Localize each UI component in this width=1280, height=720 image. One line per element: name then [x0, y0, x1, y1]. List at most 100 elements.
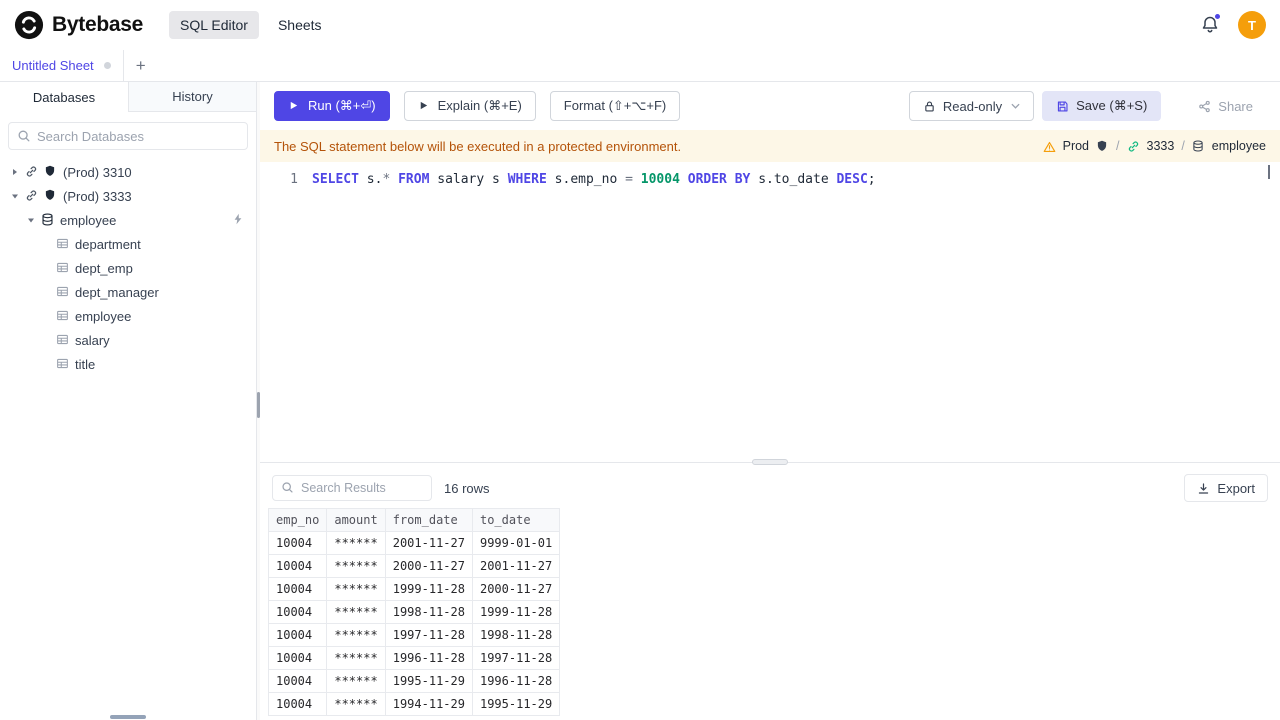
context-instance[interactable]: 3333	[1147, 139, 1175, 153]
caret-down-icon[interactable]	[26, 216, 36, 224]
add-sheet-button[interactable]: +	[124, 50, 158, 81]
tree-item-dept-emp[interactable]: dept_emp	[0, 256, 256, 280]
sheet-tab-label: Untitled Sheet	[12, 58, 94, 73]
results-toolbar: 16 rows Export	[260, 468, 1280, 508]
run-button[interactable]: Run (⌘+⏎)	[274, 91, 390, 121]
table-cell: 2000-11-27	[471, 577, 561, 601]
tree-item-employee[interactable]: employee	[0, 208, 256, 232]
splitter-handle[interactable]	[752, 459, 788, 465]
format-button[interactable]: Format (⇧+⌥+F)	[549, 91, 681, 121]
results-splitter[interactable]	[260, 459, 1280, 468]
brand[interactable]: Bytebase	[14, 10, 143, 40]
tree-item-label: (Prod) 3310	[63, 164, 132, 180]
brand-name: Bytebase	[52, 13, 143, 36]
results-table-wrap: emp_no amount from_date to_date 10004 ******…	[260, 508, 1280, 720]
sql-editor[interactable]: 1 SELECT s.* FROM salary s WHERE s.emp_n…	[260, 162, 1280, 462]
tree-item-salary[interactable]: salary	[0, 328, 256, 352]
results-panel: 16 rows Export emp_noamountfrom_dateto_d…	[260, 468, 1280, 720]
table-cell: 2001-11-27	[384, 531, 473, 555]
caret-down-icon[interactable]	[10, 192, 20, 200]
export-button[interactable]: Export	[1184, 474, 1268, 502]
table-icon	[56, 357, 70, 371]
shield-icon	[44, 189, 58, 203]
table-row[interactable]: 10004 ****** 2000-11-27 2001-11-27	[267, 554, 561, 578]
sidebar: Databases History (Prod) 3310 (Prod) 3333…	[0, 82, 256, 720]
notification-dot	[1214, 13, 1221, 20]
table-icon	[56, 261, 70, 275]
table-row[interactable]: 10004 ****** 1998-11-28 1999-11-28	[267, 600, 561, 624]
download-icon	[1197, 482, 1210, 495]
table-row[interactable]: 10004 ****** 1996-11-28 1997-11-28	[267, 646, 561, 670]
column-header-from_date[interactable]: from_date	[384, 508, 473, 532]
readonly-label: Read-only	[942, 98, 1003, 114]
unsaved-dot-icon	[103, 62, 111, 69]
caret-right-icon[interactable]	[10, 168, 20, 176]
nav-sql-editor[interactable]: SQL Editor	[168, 11, 259, 39]
table-cell: ******	[326, 669, 386, 693]
tree-item-department[interactable]: department	[0, 232, 256, 256]
table-row[interactable]: 10004 ****** 1999-11-28 2000-11-27	[267, 577, 561, 601]
sidebar-hscrollbar[interactable]	[110, 715, 146, 719]
warning-icon	[1043, 140, 1056, 153]
table-cell: 1997-11-28	[384, 623, 473, 647]
tree-item-label: (Prod) 3333	[63, 188, 132, 204]
table-row[interactable]: 10004 ****** 1994-11-29 1995-11-29	[267, 692, 561, 716]
table-cell: 10004	[267, 623, 328, 647]
table-row[interactable]: 10004 ****** 1995-11-29 1996-11-28	[267, 669, 561, 693]
context-environment[interactable]: Prod	[1063, 139, 1089, 153]
column-header-amount[interactable]: amount	[326, 508, 386, 532]
database-icon	[41, 213, 55, 227]
tree-item-dept-manager[interactable]: dept_manager	[0, 280, 256, 304]
tree-item-title[interactable]: title	[0, 352, 256, 376]
tab-history[interactable]: History	[128, 82, 256, 112]
bytebase-logo-icon	[14, 10, 44, 40]
bolt-icon[interactable]	[232, 213, 246, 227]
table-row[interactable]: 10004 ****** 2001-11-27 9999-01-01	[267, 531, 561, 555]
table-icon	[56, 309, 70, 323]
tab-databases[interactable]: Databases	[0, 82, 128, 112]
table-cell: ******	[326, 600, 386, 624]
search-databases-input[interactable]	[37, 128, 239, 144]
tree-item-prod-3333[interactable]: (Prod) 3333	[0, 184, 256, 208]
readonly-mode-button[interactable]: Read-only	[908, 91, 1035, 121]
sheet-tab-untitled[interactable]: Untitled Sheet	[0, 50, 124, 81]
avatar[interactable]: T	[1238, 11, 1266, 39]
database-search-box	[8, 122, 248, 150]
tree-item-employee[interactable]: employee	[0, 304, 256, 328]
top-right: T	[1200, 11, 1266, 39]
table-cell: ******	[326, 577, 386, 601]
save-button-label: Save (⌘+S)	[1076, 98, 1148, 113]
connection-icon	[25, 165, 39, 179]
table-icon	[56, 237, 70, 251]
table-cell: 10004	[267, 577, 328, 601]
table-cell: ******	[326, 531, 386, 555]
share-button[interactable]: Share	[1185, 91, 1266, 121]
bell-icon[interactable]	[1200, 13, 1221, 35]
protected-environment-banner: The SQL statement below will be executed…	[260, 130, 1280, 162]
code-line: 1 SELECT s.* FROM salary s WHERE s.emp_n…	[260, 170, 1280, 190]
search-results-input[interactable]	[301, 481, 423, 495]
sidebar-tabs: Databases History	[0, 82, 256, 112]
explain-button[interactable]: Explain (⌘+E)	[403, 91, 536, 121]
banner-message: The SQL statement below will be executed…	[274, 138, 682, 154]
tree-item-label: salary	[75, 332, 110, 348]
table-cell: 1995-11-29	[471, 692, 561, 716]
editor-toolbar: Run (⌘+⏎) Explain (⌘+E) Format (⇧+⌥+F) R…	[260, 82, 1280, 130]
table-cell: 10004	[267, 600, 328, 624]
row-count: 16 rows	[444, 480, 490, 496]
explain-button-label: Explain (⌘+E)	[437, 98, 522, 113]
table-row[interactable]: 10004 ****** 1997-11-28 1998-11-28	[267, 623, 561, 647]
separator: /	[1181, 139, 1185, 153]
separator: /	[1116, 139, 1120, 153]
tree-item-label: dept_manager	[75, 284, 159, 300]
context-database[interactable]: employee	[1212, 139, 1266, 153]
column-header-emp_no[interactable]: emp_no	[267, 508, 328, 532]
table-icon	[56, 285, 70, 299]
column-header-to_date[interactable]: to_date	[471, 508, 561, 532]
save-button[interactable]: Save (⌘+S)	[1042, 91, 1162, 121]
editor-vscrollbar[interactable]	[1268, 165, 1270, 179]
table-cell: 10004	[267, 531, 328, 555]
nav-sheets[interactable]: Sheets	[267, 11, 333, 39]
tree-item-prod-3310[interactable]: (Prod) 3310	[0, 160, 256, 184]
run-button-label: Run (⌘+⏎)	[308, 98, 376, 113]
